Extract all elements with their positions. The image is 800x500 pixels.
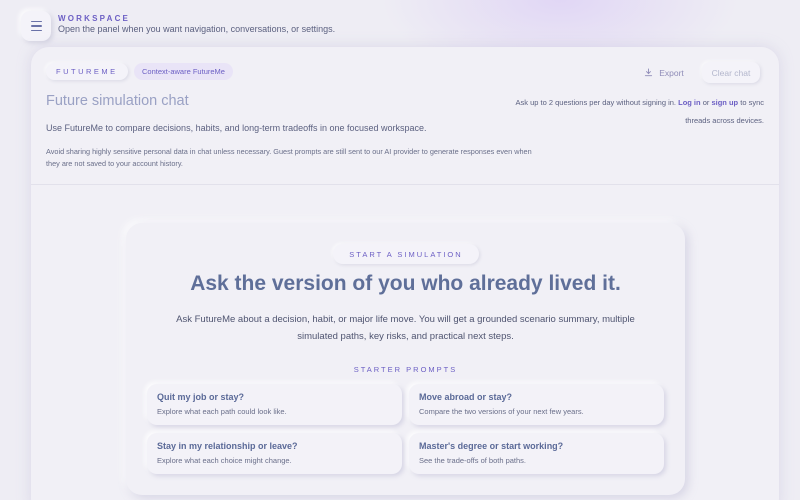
prompt-subtitle: Compare the two versions of your next fe…: [419, 407, 584, 416]
workspace-hint: Open the panel when you want navigation,…: [58, 24, 336, 34]
login-link[interactable]: Log in: [678, 98, 701, 107]
download-icon: [645, 68, 653, 77]
prompt-subtitle: Explore what each path could look like.: [157, 407, 287, 416]
prompt-title: Master's degree or start working?: [419, 441, 564, 451]
starter-prompts-label: STARTER PROMPTS: [353, 365, 458, 374]
header-divider: [31, 184, 779, 185]
clear-chat-button[interactable]: Clear chat: [702, 62, 760, 83]
prompt-subtitle: Explore what each choice might change.: [157, 456, 292, 465]
signup-link[interactable]: sign up: [711, 98, 738, 107]
prompt-title: Move abroad or stay?: [419, 392, 513, 402]
page-title: Future simulation chat: [46, 93, 189, 109]
hero-description: Ask FutureMe about a decision, habit, or…: [176, 314, 635, 342]
intro-text: Use FutureMe to compare decisions, habit…: [46, 123, 427, 133]
start-simulation-badge: START A SIMULATION: [333, 244, 479, 264]
prompt-title: Stay in my relationship or leave?: [157, 441, 298, 451]
signin-note: Ask up to 2 questions per day without si…: [514, 94, 765, 130]
starter-prompt-move-abroad[interactable]: Move abroad or stay? Compare the two ver…: [409, 384, 664, 425]
prompt-subtitle: See the trade-offs of both paths.: [419, 456, 527, 465]
context-tag[interactable]: Context-aware FutureMe: [134, 63, 233, 80]
export-button[interactable]: Export: [634, 62, 694, 83]
signin-prefix: Ask up to 2 questions per day without si…: [515, 98, 677, 107]
workspace-label: WORKSPACE: [58, 14, 131, 23]
starter-prompt-quit-job[interactable]: Quit my job or stay? Explore what each p…: [147, 384, 402, 425]
hero-headline: Ask the version of you who already lived…: [190, 272, 621, 295]
privacy-note: Avoid sharing highly sensitive personal …: [46, 147, 532, 168]
brand-badge: FUTUREME: [46, 63, 128, 80]
or-text: or: [702, 98, 710, 107]
export-label: Export: [659, 67, 684, 78]
starter-prompt-masters-degree[interactable]: Master's degree or start working? See th…: [409, 433, 664, 474]
starter-prompt-relationship[interactable]: Stay in my relationship or leave? Explor…: [147, 433, 402, 474]
prompt-title: Quit my job or stay?: [157, 392, 245, 402]
hamburger-icon[interactable]: [21, 11, 51, 41]
